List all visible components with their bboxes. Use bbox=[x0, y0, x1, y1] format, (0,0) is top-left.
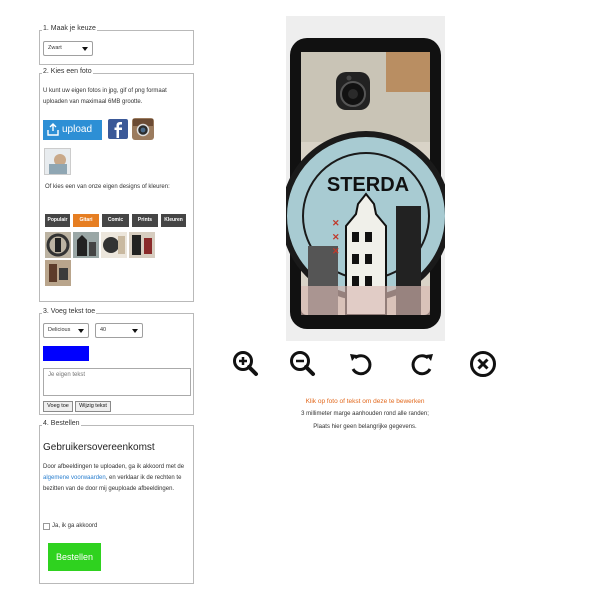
agreement-checkbox-label: Ja, ik ga akkoord bbox=[52, 523, 98, 529]
design-thumbnail[interactable] bbox=[73, 232, 99, 258]
add-text-button[interactable]: Voeg toe bbox=[43, 401, 73, 412]
text-color-swatch[interactable] bbox=[43, 346, 89, 361]
agreement-text-part1: Door afbeeldingen te uploaden, ga ik akk… bbox=[43, 464, 185, 470]
edit-text-button[interactable]: Wijzig tekst bbox=[75, 401, 111, 412]
upload-instructions: U kunt uw eigen fotos in jpg, gif of png… bbox=[43, 88, 167, 105]
upload-button[interactable]: upload bbox=[43, 120, 102, 140]
svg-text:✕: ✕ bbox=[332, 246, 340, 256]
tab-comic[interactable]: Comic bbox=[102, 214, 129, 227]
design-thumbnail[interactable] bbox=[45, 260, 71, 286]
delete-icon[interactable] bbox=[468, 349, 498, 379]
font-select-value: Delicious bbox=[48, 327, 71, 333]
stamp-text: STERDA bbox=[327, 174, 409, 196]
zoom-out-icon[interactable] bbox=[287, 349, 317, 379]
step4-legend: 4. Bestellen bbox=[42, 419, 81, 429]
chevron-down-icon bbox=[82, 47, 88, 51]
step3-panel: 3. Voeg tekst toe Delicious 40 Voeg toe … bbox=[39, 307, 194, 415]
zoom-in-icon[interactable] bbox=[230, 349, 260, 379]
design-thumbnail[interactable] bbox=[129, 232, 155, 258]
tab-prints[interactable]: Prints bbox=[132, 214, 158, 227]
chevron-down-icon bbox=[132, 329, 138, 333]
edit-hint: Klik op foto of tekst om deze te bewerke… bbox=[305, 398, 425, 405]
agreement-text: Door afbeeldingen te uploaden, ga ik akk… bbox=[43, 462, 193, 495]
rotate-left-icon[interactable] bbox=[346, 349, 376, 379]
tab-kleuren[interactable]: Kleuren bbox=[161, 214, 186, 227]
instagram-icon[interactable] bbox=[132, 118, 154, 140]
font-select[interactable]: Delicious bbox=[43, 323, 89, 338]
step1-legend: 1. Maak je keuze bbox=[42, 24, 97, 34]
font-size-select-value: 40 bbox=[100, 327, 107, 333]
upload-icon bbox=[47, 123, 59, 136]
designs-text: Of kies een van onze eigen designs of kl… bbox=[45, 184, 170, 190]
tab-gitari[interactable]: Gitari bbox=[73, 214, 99, 227]
design-thumbnail[interactable] bbox=[45, 232, 71, 258]
tab-populair[interactable]: Populair bbox=[45, 214, 70, 227]
step2-legend: 2. Kies een foto bbox=[42, 67, 93, 77]
upload-label: upload bbox=[62, 124, 93, 135]
font-size-select[interactable]: 40 bbox=[95, 323, 143, 338]
rotate-right-icon[interactable] bbox=[407, 349, 437, 379]
design-thumbnail[interactable] bbox=[101, 232, 127, 258]
margin-note: 3 millimeter marge aanhouden rond alle r… bbox=[301, 411, 429, 417]
step3-legend: 3. Voeg tekst toe bbox=[42, 307, 97, 317]
step2-panel: 2. Kies een foto U kunt uw eigen fotos i… bbox=[39, 67, 194, 302]
preview-area: STERDA ✕ ✕ ✕ bbox=[286, 16, 445, 341]
svg-text:✕: ✕ bbox=[332, 232, 340, 242]
step1-panel: 1. Maak je keuze Zwart bbox=[39, 24, 194, 65]
agreement-checkbox[interactable] bbox=[43, 523, 50, 530]
phone-case-preview[interactable]: STERDA ✕ ✕ ✕ bbox=[286, 16, 445, 341]
terms-link[interactable]: algemene voorwaarden bbox=[43, 475, 106, 481]
step4-panel: 4. Bestellen Gebruikersovereenkomst Door… bbox=[39, 419, 194, 584]
svg-text:✕: ✕ bbox=[332, 218, 340, 228]
order-button[interactable]: Bestellen bbox=[48, 543, 101, 571]
uploaded-photo-thumbnail[interactable] bbox=[44, 148, 71, 175]
color-select[interactable]: Zwart bbox=[43, 41, 93, 56]
chevron-down-icon bbox=[78, 329, 84, 333]
agreement-title: Gebruikersovereenkomst bbox=[43, 442, 155, 453]
data-note: Plaats hier geen belangrijke gegevens. bbox=[313, 424, 417, 430]
color-select-value: Zwart bbox=[48, 45, 62, 51]
facebook-icon[interactable] bbox=[108, 119, 128, 139]
custom-text-input[interactable] bbox=[43, 368, 191, 396]
